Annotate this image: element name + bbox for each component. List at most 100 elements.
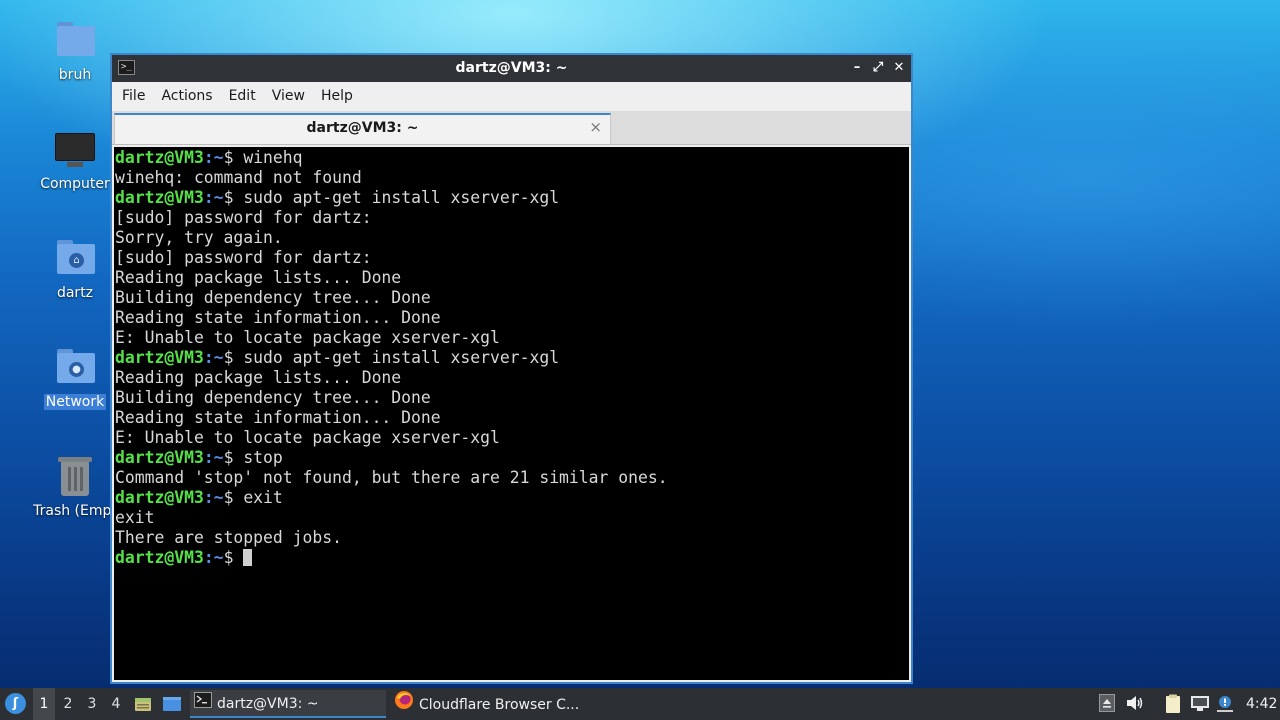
output-text: Reading state information... Done bbox=[115, 308, 441, 327]
terminal-output-line: E: Unable to locate package xserver-xgl bbox=[115, 328, 909, 348]
file-manager-icon[interactable] bbox=[134, 695, 152, 713]
terminal-output-line: [sudo] password for dartz: bbox=[115, 208, 909, 228]
prompt-symbol: $ bbox=[223, 348, 244, 367]
task-label: dartz@VM3: ~ bbox=[217, 696, 319, 712]
prompt-symbol: $ bbox=[223, 188, 244, 207]
menu-actions[interactable]: Actions bbox=[153, 82, 220, 111]
desktop-icon-label: Trash (Empt bbox=[33, 503, 117, 519]
output-text: [sudo] password for dartz: bbox=[115, 248, 372, 267]
terminal-command-line: dartz@VM3:~$ winehq bbox=[115, 148, 909, 168]
task-terminal[interactable]: dartz@VM3: ~ bbox=[190, 690, 386, 718]
minimize-button[interactable]: – bbox=[848, 59, 866, 77]
taskbar: ʃ 1 2 3 4 dartz@VM3: ~ Cloudflare Browse… bbox=[0, 688, 1280, 720]
terminal-output-line: Building dependency tree... Done bbox=[115, 388, 909, 408]
menu-edit[interactable]: Edit bbox=[221, 82, 264, 111]
task-browser[interactable]: Cloudflare Browser C... bbox=[390, 690, 590, 718]
output-text: Building dependency tree... Done bbox=[115, 288, 431, 307]
workspace-4[interactable]: 4 bbox=[105, 688, 127, 720]
terminal-icon bbox=[194, 690, 212, 718]
command-text: winehq bbox=[243, 148, 303, 167]
prompt-path: :~ bbox=[203, 448, 224, 467]
prompt-path: :~ bbox=[203, 348, 224, 367]
window-titlebar[interactable]: >_ dartz@VM3: ~ – ⤢ ✕ bbox=[112, 55, 911, 82]
clipboard-icon[interactable] bbox=[1163, 694, 1183, 714]
firefox-icon bbox=[394, 690, 414, 720]
terminal-output-line: [sudo] password for dartz: bbox=[115, 248, 909, 268]
task-label: Cloudflare Browser C... bbox=[419, 697, 580, 713]
tab-terminal[interactable]: dartz@VM3: ~ × bbox=[114, 113, 611, 144]
terminal-command-line: dartz@VM3:~$ stop bbox=[115, 448, 909, 468]
output-text: [sudo] password for dartz: bbox=[115, 208, 372, 227]
prompt-path: :~ bbox=[203, 548, 224, 567]
terminal-output-line: Sorry, try again. bbox=[115, 228, 909, 248]
close-button[interactable]: ✕ bbox=[890, 59, 908, 77]
output-text: Reading state information... Done bbox=[115, 408, 441, 427]
update-notification-icon[interactable] bbox=[1215, 694, 1235, 714]
prompt-user: dartz@VM3 bbox=[115, 488, 204, 507]
prompt-path: :~ bbox=[203, 148, 224, 167]
eject-icon[interactable] bbox=[1097, 694, 1117, 714]
terminal-command-line: dartz@VM3:~$ bbox=[115, 548, 909, 568]
prompt-symbol: $ bbox=[223, 548, 244, 567]
desktop-icon-label: dartz bbox=[56, 285, 94, 301]
prompt-user: dartz@VM3 bbox=[115, 148, 204, 167]
output-text: winehq: command not found bbox=[115, 168, 362, 187]
prompt-symbol: $ bbox=[223, 448, 244, 467]
terminal-output-line: Reading state information... Done bbox=[115, 308, 909, 328]
prompt-path: :~ bbox=[203, 188, 224, 207]
terminal-output-line: E: Unable to locate package xserver-xgl bbox=[115, 428, 909, 448]
output-text: Building dependency tree... Done bbox=[115, 388, 431, 407]
menu-help[interactable]: Help bbox=[313, 82, 361, 111]
output-text: Command 'stop' not found, but there are … bbox=[115, 468, 668, 487]
prompt-symbol: $ bbox=[223, 488, 244, 507]
terminal-window[interactable]: >_ dartz@VM3: ~ – ⤢ ✕ File Actions Edit … bbox=[110, 53, 913, 684]
command-text: sudo apt-get install xserver-xgl bbox=[243, 348, 560, 367]
terminal-output-line: Reading state information... Done bbox=[115, 408, 909, 428]
menu-bar: File Actions Edit View Help bbox=[112, 82, 911, 111]
workspace-1[interactable]: 1 bbox=[33, 688, 55, 720]
terminal-output-line: Building dependency tree... Done bbox=[115, 288, 909, 308]
clock[interactable]: 4:42 bbox=[1246, 688, 1277, 720]
start-menu-icon[interactable]: ʃ bbox=[5, 693, 26, 714]
terminal-output-line: Command 'stop' not found, but there are … bbox=[115, 468, 909, 488]
tab-label: dartz@VM3: ~ bbox=[306, 120, 419, 136]
window-title: dartz@VM3: ~ bbox=[455, 60, 568, 76]
terminal-command-line: dartz@VM3:~$ exit bbox=[115, 488, 909, 508]
text-cursor bbox=[243, 549, 253, 566]
output-text: Reading package lists... Done bbox=[115, 268, 402, 287]
workspace-3[interactable]: 3 bbox=[81, 688, 103, 720]
command-text: stop bbox=[243, 448, 283, 467]
terminal-output-line: Reading package lists... Done bbox=[115, 368, 909, 388]
home-folder-icon: ⌂ bbox=[53, 236, 97, 280]
trash-icon bbox=[53, 454, 97, 498]
tab-bar: dartz@VM3: ~ × bbox=[112, 111, 911, 145]
menu-file[interactable]: File bbox=[114, 82, 153, 111]
prompt-symbol: $ bbox=[223, 148, 244, 167]
output-text: E: Unable to locate package xserver-xgl bbox=[115, 328, 500, 347]
tab-close-icon[interactable]: × bbox=[589, 118, 602, 136]
terminal-output-line: exit bbox=[115, 508, 909, 528]
network-monitor-icon[interactable] bbox=[1190, 694, 1210, 714]
output-text: Sorry, try again. bbox=[115, 228, 283, 247]
output-text: E: Unable to locate package xserver-xgl bbox=[115, 428, 500, 447]
output-text: exit bbox=[115, 508, 155, 527]
menu-view[interactable]: View bbox=[264, 82, 313, 111]
terminal-output-line: winehq: command not found bbox=[115, 168, 909, 188]
output-text: There are stopped jobs. bbox=[115, 528, 342, 547]
desktop-icon-label: bruh bbox=[58, 67, 92, 83]
terminal-output-line: There are stopped jobs. bbox=[115, 528, 909, 548]
computer-icon bbox=[53, 127, 97, 171]
command-text: exit bbox=[243, 488, 283, 507]
terminal-output[interactable]: dartz@VM3:~$ winehq winehq: command not f… bbox=[114, 147, 909, 680]
terminal-output-line: Reading package lists... Done bbox=[115, 268, 909, 288]
output-text: Reading package lists... Done bbox=[115, 368, 402, 387]
prompt-path: :~ bbox=[203, 488, 224, 507]
terminal-command-line: dartz@VM3:~$ sudo apt-get install xserve… bbox=[115, 188, 909, 208]
workspace-2[interactable]: 2 bbox=[57, 688, 79, 720]
show-desktop-icon[interactable] bbox=[162, 695, 181, 713]
volume-icon[interactable] bbox=[1125, 694, 1145, 714]
prompt-user: dartz@VM3 bbox=[115, 188, 204, 207]
maximize-button[interactable]: ⤢ bbox=[869, 59, 887, 77]
prompt-user: dartz@VM3 bbox=[115, 348, 204, 367]
terminal-command-line: dartz@VM3:~$ sudo apt-get install xserve… bbox=[115, 348, 909, 368]
